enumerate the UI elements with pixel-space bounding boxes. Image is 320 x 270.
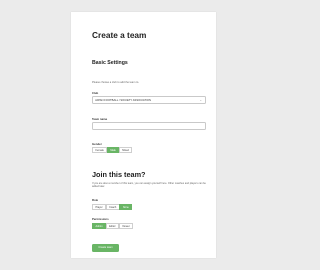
role-label: Role (92, 198, 99, 202)
join-team-heading: Join this team? (92, 170, 146, 179)
permissions-label: Permissions (92, 217, 109, 221)
team-name-input[interactable] (92, 122, 206, 130)
club-select-value: JAPAN FOOTBALL / SOCIETY ASSOCIATION (95, 99, 151, 102)
role-option-coach[interactable]: Coach (105, 204, 120, 210)
create-team-card: Create a team Basic Settings Please choo… (71, 12, 216, 258)
club-label: Club (92, 91, 99, 95)
permissions-toggle-group: Admin Editor Viewer (92, 223, 134, 229)
chevron-down-icon: ⌄ (199, 98, 202, 102)
page-title: Create a team (92, 30, 147, 40)
role-toggle-group: Player Coach None (92, 204, 133, 210)
role-option-player[interactable]: Player (92, 204, 107, 210)
gender-option-mixed[interactable]: Mixed (118, 147, 133, 153)
permissions-option-admin[interactable]: Admin (92, 223, 107, 229)
gender-option-female[interactable]: Female (92, 147, 108, 153)
basic-settings-heading: Basic Settings (92, 60, 128, 66)
role-option-none[interactable]: None (119, 204, 133, 210)
gender-label: Gender (92, 142, 102, 146)
club-help-text: Please choose a club to add the team to. (92, 81, 140, 84)
join-team-help-text: If you are also a member of this team, y… (92, 182, 206, 189)
gender-toggle-group: Female Male Mixed (92, 147, 133, 153)
team-name-label: Team name (92, 117, 108, 121)
permissions-option-viewer[interactable]: Viewer (118, 223, 134, 229)
club-select[interactable]: JAPAN FOOTBALL / SOCIETY ASSOCIATION ⌄ (92, 96, 206, 104)
gender-option-male[interactable]: Male (106, 147, 120, 153)
permissions-option-editor[interactable]: Editor (105, 223, 120, 229)
create-team-button[interactable]: Create team (92, 244, 119, 252)
